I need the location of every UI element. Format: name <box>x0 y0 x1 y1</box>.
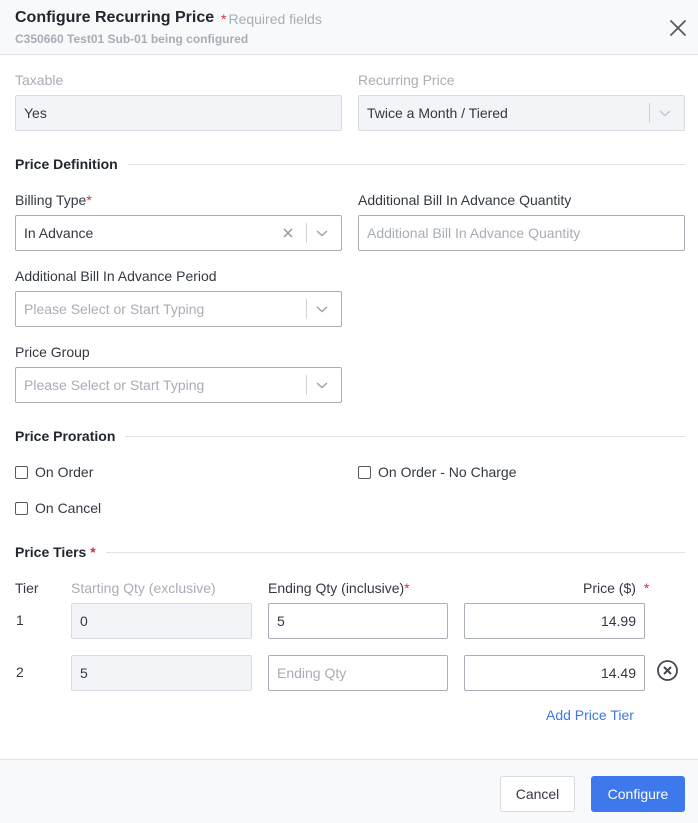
tier-column-header: Tier <box>15 580 39 596</box>
chevron-down-icon[interactable] <box>315 292 341 326</box>
required-star: * <box>90 544 96 560</box>
starting-qty-field: 5 <box>71 655 252 691</box>
required-star: * <box>643 580 650 596</box>
recurring-price-label: Recurring Price <box>358 72 455 88</box>
checkbox-box[interactable] <box>15 465 28 479</box>
checkbox-box[interactable] <box>358 465 371 479</box>
on-order-no-charge-label: On Order - No Charge <box>378 464 517 480</box>
starting-qty-field: 0 <box>71 603 252 639</box>
price-tiers-title: Price Tiers * <box>15 544 96 560</box>
additional-qty-label: Additional Bill In Advance Quantity <box>358 192 572 208</box>
additional-qty-placeholder: Additional Bill In Advance Quantity <box>367 225 581 241</box>
close-icon <box>670 20 686 36</box>
price-input[interactable]: 14.99 <box>464 603 645 639</box>
close-button[interactable] <box>666 16 690 40</box>
ending-qty-header-text: Ending Qty (inclusive) <box>268 580 405 596</box>
price-tiers-section: Price Tiers * <box>15 542 685 562</box>
price-proration-title: Price Proration <box>15 428 116 444</box>
remove-tier-button[interactable] <box>656 659 679 682</box>
required-note-text: Required fields <box>228 11 322 27</box>
required-star: * <box>86 192 92 208</box>
ending-qty-input[interactable]: 5 <box>268 603 448 639</box>
checkbox-box[interactable] <box>15 501 28 515</box>
chevron-down-icon[interactable] <box>315 216 341 250</box>
dialog-header: Configure Recurring Price * Required fiel… <box>0 0 698 55</box>
price-column-header: Price ($) * <box>583 580 649 596</box>
starting-qty-value: 5 <box>80 665 88 681</box>
tier-number: 2 <box>16 664 24 680</box>
dialog-footer: Cancel Configure <box>0 759 698 823</box>
additional-period-label: Additional Bill In Advance Period <box>15 268 217 284</box>
price-tiers-title-text: Price Tiers <box>15 544 87 560</box>
on-order-label: On Order <box>35 464 94 480</box>
taxable-value: Yes <box>24 105 47 121</box>
chevron-down-icon <box>658 96 684 130</box>
price-header-text: Price ($) <box>583 580 636 596</box>
ending-qty-value: 5 <box>277 613 285 629</box>
billing-type-label-text: Billing Type <box>15 192 87 208</box>
required-fields-note: * Required fields <box>221 11 322 27</box>
price-definition-section: Price Definition <box>15 154 685 174</box>
indicator-separator <box>306 375 307 395</box>
additional-period-placeholder: Please Select or Start Typing <box>24 301 205 317</box>
price-value: 14.49 <box>600 665 636 681</box>
price-group-select[interactable]: Please Select or Start Typing <box>15 367 342 403</box>
billing-type-label: Billing Type* <box>15 192 92 208</box>
select-indicators <box>298 368 341 402</box>
required-star: * <box>404 580 410 596</box>
section-divider <box>127 163 685 165</box>
ending-qty-input[interactable]: Ending Qty <box>268 655 448 691</box>
taxable-field: Yes <box>15 95 342 131</box>
price-value: 14.99 <box>600 613 636 629</box>
dialog-title: Configure Recurring Price <box>15 9 215 26</box>
starting-qty-value: 0 <box>80 613 88 629</box>
on-order-no-charge-checkbox[interactable]: On Order - No Charge <box>358 464 517 480</box>
select-indicators <box>298 292 341 326</box>
select-indicators <box>641 96 684 130</box>
on-cancel-checkbox[interactable]: On Cancel <box>15 500 101 516</box>
price-group-placeholder: Please Select or Start Typing <box>24 377 205 393</box>
indicator-separator <box>306 299 307 319</box>
cancel-button[interactable]: Cancel <box>500 776 575 812</box>
chevron-down-icon[interactable] <box>315 368 341 402</box>
required-star: * <box>221 11 227 27</box>
recurring-price-value: Twice a Month / Tiered <box>367 105 508 121</box>
configure-button[interactable]: Configure <box>591 776 685 812</box>
billing-type-select[interactable]: In Advance <box>15 215 342 251</box>
dialog-subtitle: C350660 Test01 Sub-01 being configured <box>15 32 249 46</box>
recurring-price-select: Twice a Month / Tiered <box>358 95 685 131</box>
clear-icon[interactable] <box>278 227 298 239</box>
taxable-label: Taxable <box>15 72 64 88</box>
remove-circle-icon <box>657 660 678 681</box>
on-cancel-label: On Cancel <box>35 500 102 516</box>
indicator-separator <box>649 103 650 123</box>
price-definition-title: Price Definition <box>15 156 118 172</box>
tier-number: 1 <box>16 612 24 628</box>
on-order-checkbox[interactable]: On Order <box>15 464 93 480</box>
section-divider <box>105 551 685 553</box>
add-price-tier-link[interactable]: Add Price Tier <box>546 707 634 723</box>
additional-period-select[interactable]: Please Select or Start Typing <box>15 291 342 327</box>
billing-type-value: In Advance <box>24 225 94 241</box>
select-indicators <box>278 216 341 250</box>
additional-qty-input[interactable]: Additional Bill In Advance Quantity <box>358 215 685 251</box>
ending-qty-column-header: Ending Qty (inclusive)* <box>268 580 410 596</box>
starting-qty-column-header: Starting Qty (exclusive) <box>71 580 216 596</box>
price-group-label: Price Group <box>15 344 90 360</box>
ending-qty-placeholder: Ending Qty <box>277 665 347 681</box>
indicator-separator <box>306 223 307 243</box>
price-input[interactable]: 14.49 <box>464 655 645 691</box>
price-proration-section: Price Proration <box>15 426 685 446</box>
section-divider <box>125 435 685 437</box>
